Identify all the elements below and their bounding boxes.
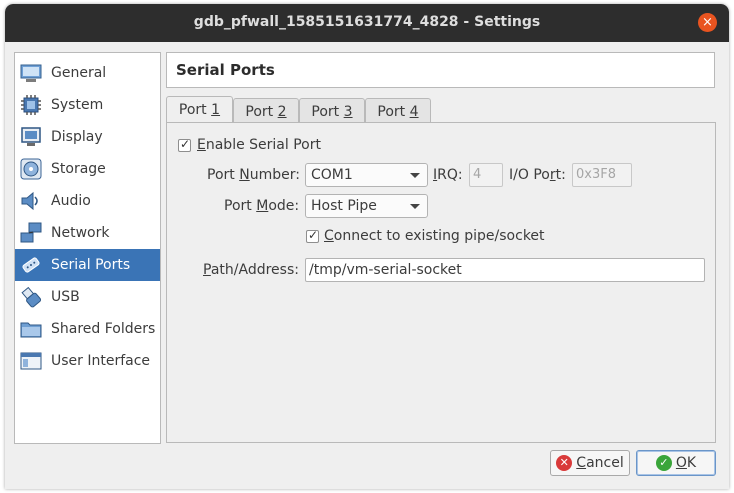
port-settings-panel: Enable Serial Port Port Number: COM1 IRQ… — [166, 122, 716, 443]
window-title: gdb_pfwall_1585151631774_4828 - Settings — [193, 14, 541, 30]
label-mnemonic: N — [239, 167, 250, 183]
tab-port-3[interactable]: Port 3 — [299, 98, 365, 125]
label-mnemonic: M — [256, 198, 269, 214]
enable-serial-port-label[interactable]: Enable Serial Port — [197, 137, 321, 153]
sidebar-item-label: Audio — [51, 193, 91, 209]
tab-mnemonic: 4 — [409, 104, 419, 120]
label-mnemonic: C — [576, 455, 587, 471]
port-mode-select[interactable]: Host Pipe — [305, 194, 428, 218]
label-part: Port — [224, 198, 257, 214]
label-part: ancel — [586, 455, 624, 471]
close-button[interactable]: × — [698, 13, 717, 32]
chip-icon — [20, 94, 42, 116]
irq-field: 4 — [469, 163, 503, 187]
port-number-value: COM1 — [311, 167, 353, 183]
irq-label: IRQ: — [433, 167, 463, 183]
sidebar-item-storage[interactable]: Storage — [15, 153, 160, 185]
label-part: RQ: — [437, 167, 463, 183]
label-part: ath/Address: — [210, 262, 299, 278]
category-list: General System Display Storage Audio Net… — [14, 52, 161, 444]
io-port-field: 0x3F8 — [572, 163, 632, 187]
sidebar-item-serial-ports[interactable]: Serial Ports — [15, 249, 160, 281]
sidebar-item-label: USB — [51, 289, 80, 305]
path-address-input[interactable]: /tmp/vm-serial-socket — [305, 258, 705, 282]
display-icon — [20, 126, 42, 148]
cancel-icon: ✕ — [556, 455, 573, 471]
tab-mnemonic: 2 — [277, 104, 287, 120]
page-title: Serial Ports — [176, 61, 275, 79]
tab-label-prefix: Port — [245, 104, 278, 120]
chevron-down-icon — [410, 204, 420, 209]
sidebar-item-label: Shared Folders — [51, 321, 156, 337]
connect-existing-checkbox[interactable] — [306, 228, 319, 243]
sidebar-item-display[interactable]: Display — [15, 121, 160, 153]
label-mnemonic: P — [203, 262, 211, 278]
checkmark-icon: ✓ — [655, 455, 672, 471]
sidebar-item-label: System — [51, 97, 104, 113]
label-part: I/O Po — [509, 167, 550, 183]
tab-label-prefix: Port — [377, 104, 410, 120]
sidebar-item-usb[interactable]: USB — [15, 281, 160, 313]
tab-port-2[interactable]: Port 2 — [233, 98, 299, 125]
sidebar-item-label: Serial Ports — [51, 257, 131, 273]
sidebar-item-general[interactable]: General — [15, 57, 160, 89]
port-number-label: Port Number: — [207, 167, 300, 183]
sidebar-item-label: Storage — [51, 161, 106, 177]
label-mnemonic: E — [197, 137, 206, 153]
label-mnemonic: C — [324, 228, 334, 244]
section-header: Serial Ports — [166, 52, 715, 88]
label-part: nable Serial Port — [205, 137, 321, 153]
serial-port-icon — [20, 254, 42, 276]
sidebar-item-label: User Interface — [51, 353, 151, 369]
tab-label-prefix: Port — [311, 104, 344, 120]
tab-mnemonic: 1 — [211, 102, 221, 118]
label-part: onnect to existing pipe/socket — [333, 228, 545, 244]
chevron-down-icon — [410, 173, 420, 178]
port-number-select[interactable]: COM1 — [305, 163, 428, 187]
label-mnemonic: O — [675, 455, 687, 471]
usb-icon — [20, 286, 42, 308]
folder-icon — [20, 318, 42, 340]
label-part: t: — [555, 167, 566, 183]
sidebar-item-label: Network — [51, 225, 110, 241]
general-icon — [20, 62, 42, 84]
path-address-label: Path/Address: — [203, 262, 299, 278]
sidebar-item-network[interactable]: Network — [15, 217, 160, 249]
window-ui-icon — [20, 350, 42, 372]
tab-mnemonic: 3 — [343, 104, 353, 120]
tab-port-4[interactable]: Port 4 — [365, 98, 431, 125]
cancel-button[interactable]: ✕ Cancel — [550, 450, 630, 476]
disc-icon — [20, 158, 42, 180]
io-port-label: I/O Port: — [509, 167, 566, 183]
sidebar-item-system[interactable]: System — [15, 89, 160, 121]
settings-window: gdb_pfwall_1585151631774_4828 - Settings… — [5, 4, 729, 489]
connect-existing-label[interactable]: Connect to existing pipe/socket — [324, 228, 545, 244]
label-part: K — [686, 455, 697, 471]
sidebar-item-audio[interactable]: Audio — [15, 185, 160, 217]
label-part: Port — [207, 167, 240, 183]
port-mode-label: Port Mode: — [224, 198, 299, 214]
ok-button[interactable]: ✓ OK — [636, 450, 716, 476]
tab-label-prefix: Port — [178, 102, 212, 118]
sidebar-item-label: General — [51, 65, 107, 81]
port-mode-value: Host Pipe — [311, 198, 377, 214]
sidebar-item-label: Display — [51, 129, 103, 145]
title-bar[interactable]: gdb_pfwall_1585151631774_4828 - Settings… — [5, 4, 729, 42]
sidebar-item-user-interface[interactable]: User Interface — [15, 345, 160, 377]
enable-serial-port-checkbox[interactable] — [178, 137, 191, 152]
speaker-icon — [20, 190, 42, 212]
label-part: ode: — [268, 198, 300, 214]
sidebar-item-shared-folders[interactable]: Shared Folders — [15, 313, 160, 345]
network-icon — [20, 222, 42, 244]
label-part: umber: — [249, 167, 300, 183]
